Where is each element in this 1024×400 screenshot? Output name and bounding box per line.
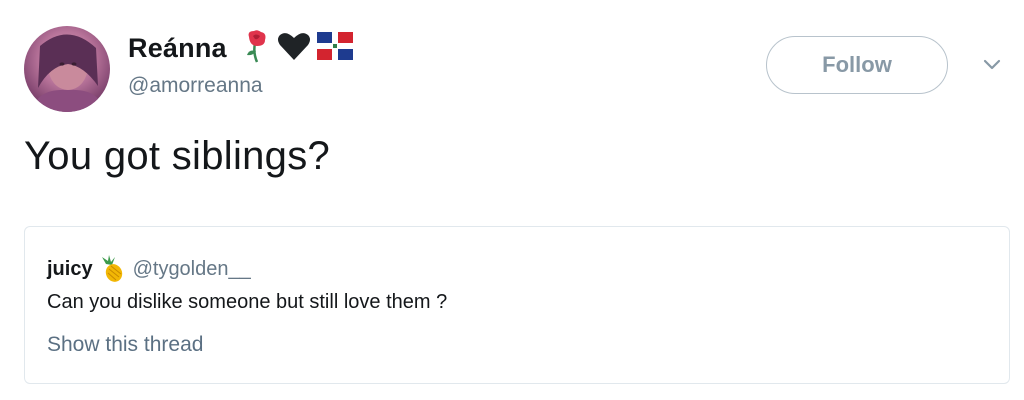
chevron-down-icon[interactable] [982,58,1002,72]
quoted-display-name: juicy [47,257,93,280]
dominican-flag-icon [316,31,353,65]
author-name-row: Reánna [128,28,353,68]
quoted-tweet-card[interactable]: juicy @tygolden__ Can you dislike someon… [24,226,1010,384]
name-emoji-group [241,29,353,68]
black-heart-icon [277,31,311,66]
show-thread-link[interactable]: Show this thread [47,333,203,357]
avatar[interactable] [24,26,110,112]
tweet: Reánna @amorreanna Follow You got siblin… [0,0,1024,400]
follow-button[interactable]: Follow [766,36,948,94]
quoted-handle: @tygolden__ [132,257,251,280]
author-display-name[interactable]: Reánna [128,33,227,64]
quoted-tweet-header: juicy @tygolden__ [47,255,251,283]
rose-icon [241,29,271,68]
pineapple-icon [99,255,125,283]
author-handle[interactable]: @amorreanna [128,74,263,98]
tweet-text: You got siblings? [24,134,331,178]
quoted-tweet-text: Can you dislike someone but still love t… [47,291,448,313]
